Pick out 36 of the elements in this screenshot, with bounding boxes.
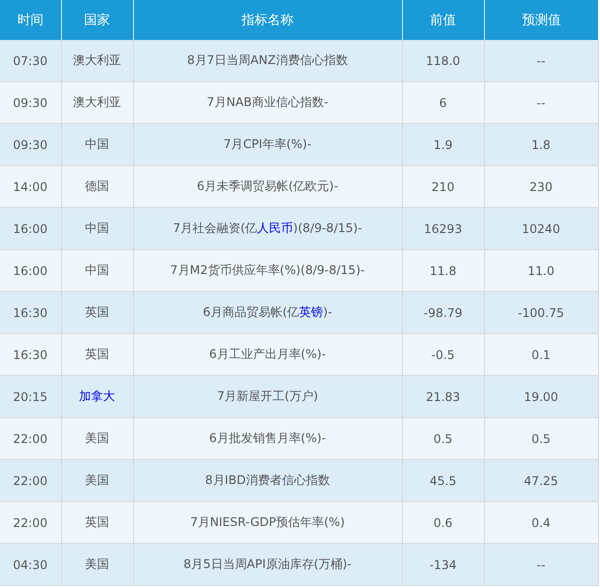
country-text: 英国 [85,347,109,361]
indicator-name: 7月NAB商业信心指数- [206,95,328,109]
country-text: 美国 [85,431,109,445]
country-text: 英国 [85,515,109,529]
country-text: 美国 [85,557,109,571]
country-text: 中国 [85,221,109,235]
indicator-name: 7月社会融资(亿人民币)(8/9-8/15)- [172,221,362,235]
column-header: 前值 [402,0,484,40]
indicator-name: 8月IBD消费者信心指数 [205,473,330,487]
country-text: 德国 [85,179,109,193]
country-text: 澳大利亚 [73,53,121,67]
country-text: 英国 [85,305,109,319]
column-header: 时间 [0,0,61,40]
country-text: 美国 [85,473,109,487]
currency-link[interactable]: 人民币 [257,221,294,235]
indicator-name: 8月7日当周ANZ消费信心指数 [187,53,348,67]
indicator-name: 6月未季调贸易帐(亿欧元)- [196,179,338,193]
country-text: 中国 [85,263,109,277]
country-text: 澳大利亚 [73,95,121,109]
time-cell: 04:30 [0,544,61,586]
country-text: 中国 [85,137,109,151]
indicator-name: 6月工业产出月率(%)- [209,347,326,361]
indicator-name: 6月批发销售月率(%)- [209,431,326,445]
column-header: 预测值 [484,0,598,40]
indicator-name: 6月商品贸易帐(亿英镑)- [202,305,332,319]
column-header: 国家 [61,0,133,40]
column-header: 指标名称 [133,0,402,40]
indicator-name: 7月NIESR-GDP预估年率(%) [190,515,345,529]
country-link[interactable]: 加拿大 [79,389,115,403]
indicator-name: 8月5日当周API原油库存(万桶)- [184,557,352,571]
indicator-name: 7月新屋开工(万户) [217,389,318,403]
indicator-name: 7月M2货币供应年率(%)(8/9-8/15)- [170,263,365,277]
previous-value-cell: -134 [402,544,484,586]
currency-link[interactable]: 英镑 [299,305,324,319]
indicator-name: 7月CPI年率(%)- [224,137,312,151]
forecast-value-cell: -- [484,544,598,586]
